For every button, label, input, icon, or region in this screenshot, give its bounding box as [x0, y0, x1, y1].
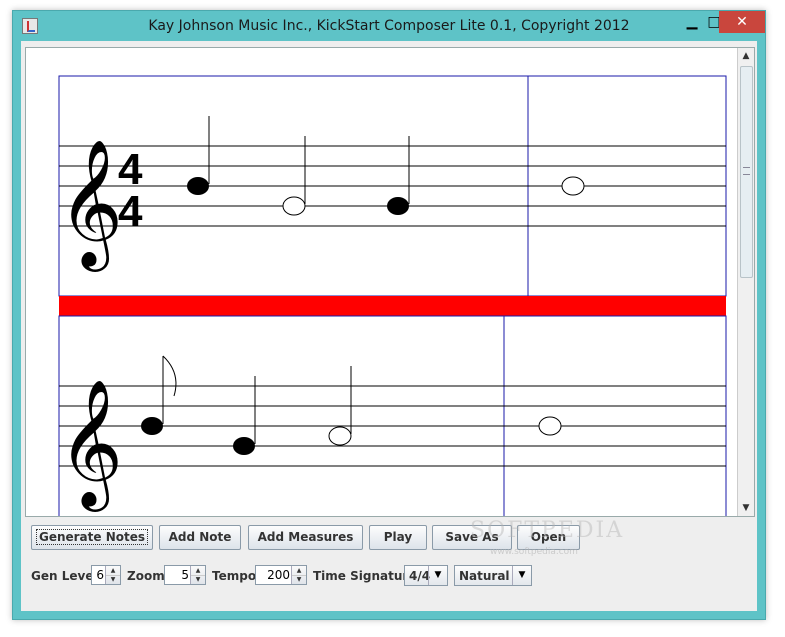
time-signature-bottom: 4 — [118, 187, 143, 236]
gen-level-spinner-buttons[interactable]: ▲ ▼ — [105, 566, 120, 584]
zoom-value[interactable]: 5 — [181, 568, 189, 582]
thumb-grip-icon — [743, 167, 750, 175]
gen-level-value[interactable]: 6 — [96, 568, 104, 582]
selection-divider-bar[interactable] — [59, 296, 726, 316]
system-2-frame — [58, 315, 727, 516]
tempo-value[interactable]: 200 — [267, 568, 290, 582]
score-canvas[interactable]: 𝄞 4 4 𝄞 — [26, 48, 738, 516]
time-signature-dropdown[interactable]: 4/4 ▼ — [404, 565, 448, 586]
spinner-down-icon[interactable]: ▼ — [191, 575, 205, 584]
treble-clef-icon: 𝄞 — [58, 378, 123, 512]
note-quarter[interactable] — [387, 136, 410, 215]
note-whole[interactable] — [561, 176, 585, 196]
time-signature-selected: 4/4 — [409, 569, 431, 583]
play-button[interactable]: Play — [369, 525, 427, 550]
scrollbar-thumb[interactable] — [740, 66, 753, 278]
treble-clef-icon: 𝄞 — [58, 138, 123, 272]
chevron-down-icon[interactable]: ▼ — [428, 566, 447, 585]
title-bar[interactable]: Kay Johnson Music Inc., KickStart Compos… — [13, 11, 765, 41]
staff-1-lines — [59, 145, 726, 227]
add-note-button[interactable]: Add Note — [159, 525, 241, 550]
generate-notes-button[interactable]: Generate Notes — [31, 525, 153, 550]
time-signature-label: Time Signature — [313, 569, 417, 583]
spinner-down-icon[interactable]: ▼ — [292, 575, 306, 584]
zoom-spinner-buttons[interactable]: ▲ ▼ — [190, 566, 205, 584]
softpedia-watermark-url: www.softpedia.com — [490, 547, 578, 557]
window-title: Kay Johnson Music Inc., KickStart Compos… — [148, 18, 630, 34]
chevron-down-icon[interactable]: ▼ — [512, 566, 531, 585]
note-half[interactable] — [282, 136, 306, 216]
note-quarter[interactable] — [187, 116, 210, 195]
close-button[interactable]: ✕ — [719, 11, 765, 33]
tempo-label: Tempo — [212, 569, 257, 583]
score-scroll-pane[interactable]: 𝄞 4 4 𝄞 ▲ ▼ — [25, 47, 755, 517]
settings-row: Gen Level 6 ▲ ▼ Zoom 5 ▲ ▼ Tempo 200 ▲ ▼ Ti… — [21, 565, 757, 591]
scroll-up-arrow-icon[interactable]: ▲ — [738, 48, 754, 64]
zoom-spinner[interactable]: 5 ▲ ▼ — [164, 565, 206, 585]
note-quarter[interactable] — [233, 376, 256, 455]
note-whole[interactable] — [538, 416, 562, 436]
zoom-label: Zoom — [127, 569, 165, 583]
tempo-spinner-buttons[interactable]: ▲ ▼ — [291, 566, 306, 584]
tempo-spinner[interactable]: 200 ▲ ▼ — [255, 565, 307, 585]
client-area: 𝄞 4 4 𝄞 ▲ ▼ Generate Notes Add Note Add … — [21, 41, 757, 611]
key-selected: Natural — [459, 569, 510, 583]
softpedia-watermark: SOFTPEDIA — [470, 518, 625, 543]
action-button-row: Generate Notes Add Note Add Measures Pla… — [21, 525, 757, 555]
scroll-down-arrow-icon[interactable]: ▼ — [738, 500, 754, 516]
score-svg[interactable]: 𝄞 4 4 𝄞 — [26, 48, 738, 516]
gen-level-label: Gen Level — [31, 569, 98, 583]
key-dropdown[interactable]: Natural ▼ — [454, 565, 532, 586]
vertical-scrollbar[interactable]: ▲ ▼ — [737, 48, 754, 516]
spinner-down-icon[interactable]: ▼ — [106, 575, 120, 584]
gen-level-spinner[interactable]: 6 ▲ ▼ — [91, 565, 121, 585]
add-measures-button[interactable]: Add Measures — [248, 525, 363, 550]
app-window: Kay Johnson Music Inc., KickStart Compos… — [12, 10, 766, 620]
note-eighth[interactable] — [141, 355, 177, 435]
generate-notes-label: Generate Notes — [35, 529, 149, 545]
